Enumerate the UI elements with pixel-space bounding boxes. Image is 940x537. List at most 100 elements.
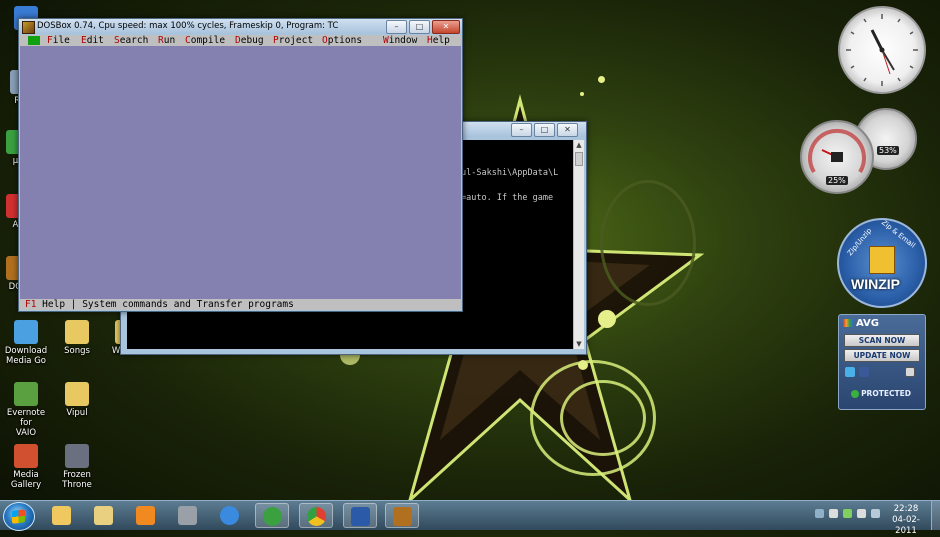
windows-explorer-icon <box>52 506 71 525</box>
memory-percent: 53% <box>877 146 899 155</box>
desktop-icon-label: Evernote for VAIO <box>6 408 46 438</box>
menu-help[interactable]: Help <box>427 35 450 46</box>
show-hidden-icons-icon[interactable] <box>815 509 824 518</box>
turbo-c-menubar: File Edit Search Run Compile Debug Proje… <box>20 35 461 46</box>
folder-icon <box>65 320 89 344</box>
taskbar-app-chrome[interactable] <box>299 503 333 528</box>
taskbar-app-explorer[interactable] <box>45 503 79 528</box>
wallpaper-dot <box>598 310 616 328</box>
scan-now-button[interactable]: SCAN NOW <box>844 334 920 347</box>
desktop-icon-evernote[interactable]: Evernote for VAIO <box>0 382 52 438</box>
winzip-zip-email-label[interactable]: Zip & Email <box>880 220 917 250</box>
menu-options[interactable]: Options <box>322 35 362 46</box>
maximize-button[interactable]: □ <box>409 20 430 34</box>
taskbar-app-media-player[interactable] <box>129 503 163 528</box>
winzip-gadget[interactable]: Zip/Unzip Zip & Email WINZIP <box>837 218 927 308</box>
desktop-icon-media-gallery[interactable]: Media Gallery <box>0 444 52 490</box>
desktop-icon-download-media-go[interactable]: Download Media Go <box>0 320 52 366</box>
taskbar-app-libraries[interactable] <box>87 503 121 528</box>
desktop-icon-frozen-throne[interactable]: Frozen Throne <box>51 444 103 490</box>
menu-file[interactable]: File <box>47 35 70 46</box>
taskbar-app-network[interactable] <box>171 503 205 528</box>
notification-icon[interactable] <box>871 509 880 518</box>
evernote-icon <box>14 382 38 406</box>
menu-window[interactable]: Window <box>383 35 417 46</box>
twitter-icon[interactable] <box>845 367 855 377</box>
scroll-down-icon[interactable]: ▼ <box>574 339 584 349</box>
frozen-throne-icon <box>65 444 89 468</box>
console-line: ul-Sakshi\AppData\L <box>461 168 559 178</box>
menu-label: ebug <box>240 35 264 46</box>
cpu-meter[interactable]: 25% <box>800 120 874 194</box>
minimize-button[interactable]: – <box>386 20 407 34</box>
desktop-icon-label: Media Gallery <box>10 470 42 490</box>
check-icon <box>851 390 860 398</box>
utorrent-icon <box>263 507 282 526</box>
menu-debug[interactable]: Debug <box>235 35 264 46</box>
scroll-thumb[interactable] <box>575 152 583 166</box>
menu-label: earch <box>119 35 149 46</box>
volume-icon[interactable] <box>857 509 866 518</box>
status-text: Help | System commands and Transfer prog… <box>36 299 294 310</box>
taskbar: 22:28 04-02-2011 <box>0 500 940 536</box>
dosbox-window[interactable]: DOSBox 0.74, Cpu speed: max 100% cycles,… <box>18 18 463 312</box>
taskbar-app-dosbox[interactable] <box>385 503 419 528</box>
desktop-icon-vipul[interactable]: Vipul <box>51 382 103 418</box>
wallpaper-swirl <box>560 380 646 456</box>
dosbox-titlebar[interactable]: DOSBox 0.74, Cpu speed: max 100% cycles,… <box>19 19 462 34</box>
close-button[interactable]: ✕ <box>432 20 460 34</box>
media-gallery-icon <box>14 444 38 468</box>
menu-edit[interactable]: Edit <box>81 35 104 46</box>
facebook-icon[interactable] <box>859 367 869 377</box>
avg-title: AVG <box>856 318 880 329</box>
wallpaper-dot <box>578 360 588 370</box>
turbo-c-screen[interactable]: File Edit Search Run Compile Debug Proje… <box>20 35 461 310</box>
menu-label: ile <box>52 35 70 46</box>
taskbar-clock[interactable]: 22:28 04-02-2011 <box>882 504 930 537</box>
menu-run[interactable]: Run <box>158 35 175 46</box>
scroll-up-icon[interactable]: ▲ <box>574 140 584 150</box>
system-tray <box>815 509 880 518</box>
dosbox-app-icon <box>22 21 35 34</box>
taskbar-app-word[interactable] <box>343 503 377 528</box>
menu-project[interactable]: Project <box>273 35 313 46</box>
winzip-box-icon <box>869 246 895 274</box>
avg-status: PROTECTED <box>844 389 918 398</box>
battery-icon[interactable] <box>843 509 852 518</box>
update-now-button[interactable]: UPDATE NOW <box>844 349 920 362</box>
minimize-button[interactable]: – <box>511 123 532 137</box>
avg-status-text: PROTECTED <box>861 389 911 398</box>
window-title: DOSBox 0.74, Cpu speed: max 100% cycles,… <box>37 21 339 31</box>
taskbar-app-utorrent[interactable] <box>255 503 289 528</box>
settings-icon[interactable] <box>905 367 915 377</box>
close-button[interactable]: ✕ <box>557 123 578 137</box>
wallpaper-dot <box>580 92 584 96</box>
windows-logo-icon <box>12 509 25 524</box>
menu-search[interactable]: Search <box>114 35 148 46</box>
avg-logo-icon <box>843 319 853 327</box>
console-scrollbar[interactable]: ▲ ▼ <box>573 140 584 349</box>
system-menu-icon[interactable] <box>28 36 40 45</box>
cpu-percent: 25% <box>826 176 848 185</box>
turbo-c-statusbar: F1 Help | System commands and Transfer p… <box>20 299 461 310</box>
internet-explorer-icon <box>220 506 239 525</box>
console-line: =auto. If the game <box>461 193 554 203</box>
clock-gadget[interactable] <box>838 6 926 94</box>
media-go-icon <box>14 320 38 344</box>
dosbox-icon <box>393 507 412 526</box>
avg-gadget: AVG SCAN NOW UPDATE NOW PROTECTED <box>838 314 926 410</box>
network-icon[interactable] <box>829 509 838 518</box>
network-camera-icon <box>178 506 197 525</box>
taskbar-app-ie[interactable] <box>213 503 247 528</box>
media-player-icon <box>136 506 155 525</box>
wallpaper-swirl <box>600 180 696 306</box>
menu-label: dit <box>86 35 104 46</box>
maximize-button[interactable]: □ <box>534 123 555 137</box>
start-button[interactable] <box>3 502 35 531</box>
status-hotkey: F1 <box>25 299 37 310</box>
desktop-icon-songs[interactable]: Songs <box>51 320 103 356</box>
desktop-icon-label: Download Media Go <box>4 346 48 366</box>
menu-compile[interactable]: Compile <box>185 35 225 46</box>
menu-label: un <box>163 35 176 46</box>
show-desktop-button[interactable] <box>931 501 940 530</box>
